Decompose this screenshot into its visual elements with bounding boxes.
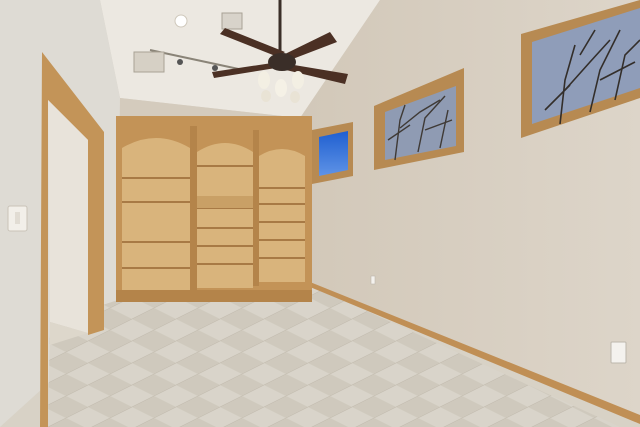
room-photo [0, 0, 640, 427]
outlet [610, 341, 627, 364]
window-small [312, 122, 353, 184]
bookshelf-unit [116, 116, 312, 302]
recessed-light [174, 14, 188, 28]
vent [221, 12, 243, 30]
outlet [370, 275, 376, 285]
